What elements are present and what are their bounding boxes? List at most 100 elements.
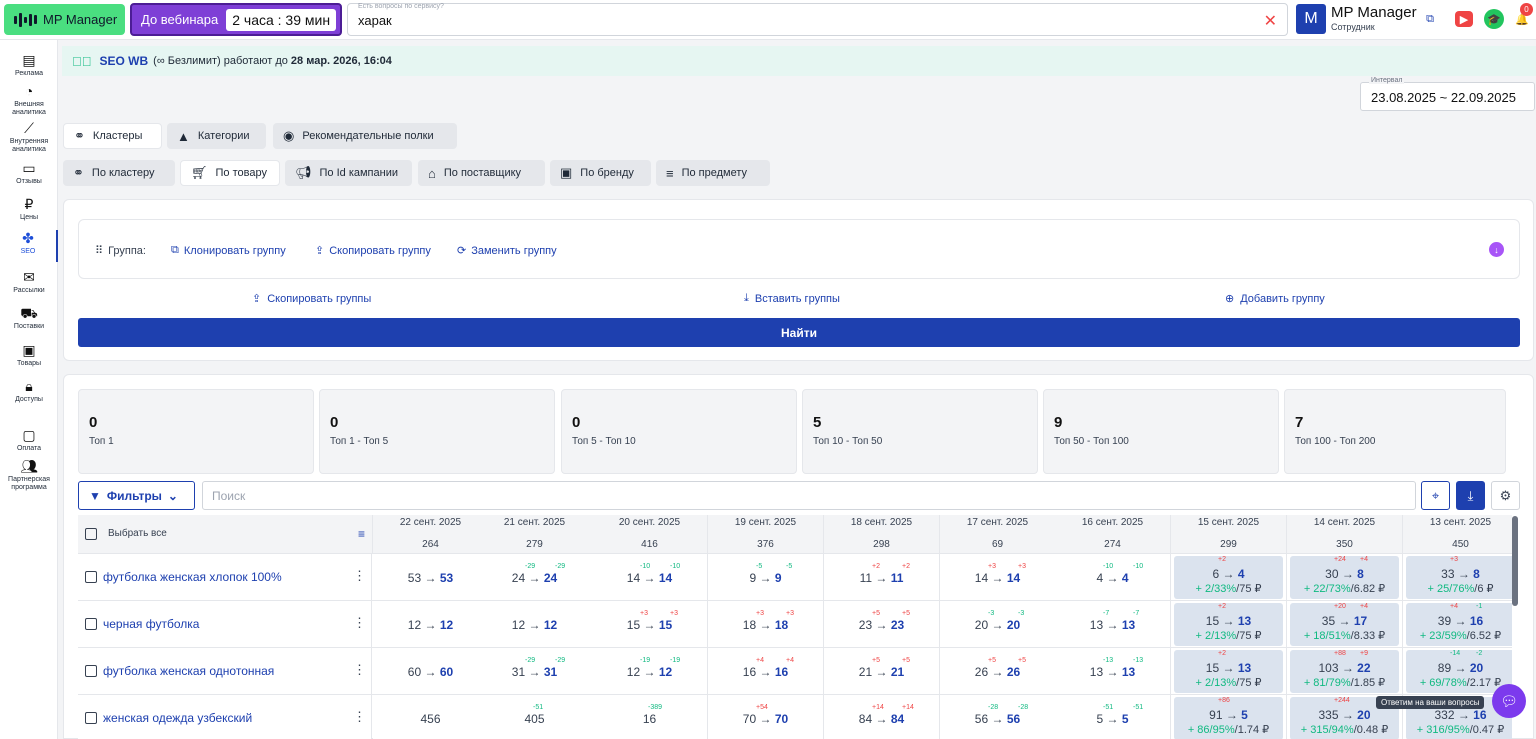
tab-by-supplier[interactable]: ⌂ По поставщику xyxy=(418,160,545,186)
table-cell[interactable]: +4 -1 39 → 16 + 23/59%/6.52 ₽ xyxy=(1403,601,1512,648)
sidebar-item-access[interactable]: 🔒︎ Доступы xyxy=(0,378,58,404)
table-cell[interactable]: +2 15 → 13 + 2/13%/75 ₽ xyxy=(1171,648,1287,695)
table-cell[interactable]: -10 -10 14 → 14 xyxy=(592,554,708,601)
table-cell[interactable]: -51 405 xyxy=(477,695,593,739)
table-cell[interactable]: 12 → 12 xyxy=(373,601,489,648)
webinar-button[interactable]: До вебинара 2 часа : 39 мин xyxy=(130,3,342,36)
sidebar-item-products[interactable]: ▣ Товары xyxy=(0,342,58,368)
table-cell[interactable]: -10 -10 4 → 4 xyxy=(1055,554,1171,601)
settings-button[interactable]: ⚙ xyxy=(1491,481,1520,510)
copy-groups-button[interactable]: ⇪ Скопировать группы xyxy=(252,292,371,306)
table-cell[interactable]: 60 → 60 xyxy=(373,648,489,695)
tab-by-subject[interactable]: ≡ По предмету xyxy=(656,160,770,186)
more-icon[interactable]: ⋮ xyxy=(353,568,366,584)
sidebar-item-supplies[interactable]: ⛟ Поставки xyxy=(0,305,58,331)
table-cell[interactable]: +14 +14 84 → 84 xyxy=(824,695,940,739)
sidebar-item-mailings[interactable]: ✉ Рассылки xyxy=(0,269,58,295)
interval-picker[interactable]: Интервал 23.08.2025 ~ 22.09.2025 xyxy=(1360,77,1535,111)
download-circle-icon[interactable]: ↓ xyxy=(1489,242,1504,257)
table-cell[interactable]: -28 -28 56 → 56 xyxy=(940,695,1056,739)
account-name[interactable]: MP Manager xyxy=(1331,4,1417,21)
row-checkbox[interactable] xyxy=(85,618,97,630)
account-avatar[interactable]: M xyxy=(1296,4,1326,34)
table-cell[interactable]: +2 6 → 4 + 2/33%/75 ₽ xyxy=(1171,554,1287,601)
sidebar-item-payment[interactable]: ▢ Оплата xyxy=(0,427,58,453)
row-checkbox[interactable] xyxy=(85,665,97,677)
paste-groups-button[interactable]: ⤓ Вставить группы xyxy=(744,292,840,305)
keyword-link[interactable]: женская одежда узбекский xyxy=(103,711,252,725)
keyword-link[interactable]: футболка женская однотонная xyxy=(103,664,274,678)
table-header-date[interactable]: 21 сент. 2025 279 xyxy=(477,515,593,553)
sidebar-item-ads[interactable]: ▤ Реклама xyxy=(0,52,58,78)
export-button[interactable]: ⤓ xyxy=(1456,481,1485,510)
table-cell[interactable]: +3 +3 15 → 15 xyxy=(592,601,708,648)
table-cell[interactable]: -14 -2 89 → 20 + 69/78%/2.17 ₽ xyxy=(1403,648,1512,695)
row-checkbox[interactable] xyxy=(85,571,97,583)
table-cell[interactable]: +54 70 → 70 xyxy=(708,695,824,739)
tab-categories[interactable]: ▲ Категории xyxy=(167,123,266,149)
table-cell[interactable]: +5 +5 26 → 26 xyxy=(940,648,1056,695)
table-cell[interactable]: 456 xyxy=(373,695,489,739)
table-cell[interactable]: +5 +5 21 → 21 xyxy=(824,648,940,695)
table-header-date[interactable]: 13 сент. 2025 450 xyxy=(1403,515,1512,553)
table-cell[interactable]: -389 16 xyxy=(592,695,708,739)
table-cell[interactable]: -29 -29 31 → 31 xyxy=(477,648,593,695)
more-icon[interactable]: ⋮ xyxy=(353,615,366,631)
menu-icon[interactable]: ≡ xyxy=(358,527,365,541)
copy-icon[interactable]: ⧉ xyxy=(1420,9,1440,29)
table-header-date[interactable]: 22 сент. 2025 264 xyxy=(373,515,489,553)
table-header-date[interactable]: 20 сент. 2025 416 xyxy=(592,515,708,553)
table-cell[interactable]: +24 +4 30 → 8 + 22/73%/6.82 ₽ xyxy=(1287,554,1403,601)
table-cell[interactable]: -3 -3 20 → 20 xyxy=(940,601,1056,648)
table-cell[interactable]: -51 -51 5 → 5 xyxy=(1055,695,1171,739)
sidebar-item-prices[interactable]: ₽ Цены xyxy=(0,196,58,222)
clear-search-icon[interactable]: ✕ xyxy=(1264,11,1277,31)
table-header-date[interactable]: 14 сент. 2025 350 xyxy=(1287,515,1403,553)
table-cell[interactable]: 53 → 53 xyxy=(373,554,489,601)
chat-button[interactable]: 💬︎ xyxy=(1492,684,1526,718)
table-cell[interactable]: -19 -19 12 → 12 xyxy=(592,648,708,695)
add-group-button[interactable]: ⊕ Добавить группу xyxy=(1225,292,1325,306)
table-header-date[interactable]: 19 сент. 2025 376 xyxy=(708,515,824,553)
global-search-input[interactable]: Есть вопросы по сервису? харак ✕ xyxy=(347,3,1288,36)
table-header-date[interactable]: 15 сент. 2025 299 xyxy=(1171,515,1287,553)
find-button[interactable]: Найти xyxy=(78,318,1520,347)
table-cell[interactable]: +3 33 → 8 + 25/76%/6 ₽ xyxy=(1403,554,1512,601)
group-label[interactable]: ⠿ Группа: xyxy=(95,244,146,258)
table-cell[interactable]: +5 +5 23 → 23 xyxy=(824,601,940,648)
clone-group-button[interactable]: ⧉ Клонировать группу xyxy=(171,244,286,257)
table-cell[interactable]: -13 -13 13 → 13 xyxy=(1055,648,1171,695)
table-cell[interactable]: +3 +3 14 → 14 xyxy=(940,554,1056,601)
table-cell[interactable]: +2 +2 11 → 11 xyxy=(824,554,940,601)
table-scrollbar[interactable] xyxy=(1512,516,1518,606)
target-button[interactable]: ⌖ xyxy=(1421,481,1450,510)
more-icon[interactable]: ⋮ xyxy=(353,709,366,725)
logo-button[interactable]: MP Manager xyxy=(4,4,125,35)
table-search-input[interactable]: Поиск xyxy=(202,481,1416,510)
tab-by-campaign-id[interactable]: 📢︎ По Id кампании xyxy=(285,160,412,186)
row-checkbox[interactable] xyxy=(85,712,97,724)
table-cell[interactable]: +4 +4 16 → 16 xyxy=(708,648,824,695)
sidebar-item-seo[interactable]: ✤ SEO xyxy=(0,230,58,262)
copy-group-button[interactable]: ⇪ Скопировать группу xyxy=(315,244,431,258)
youtube-icon[interactable]: ▶ xyxy=(1455,11,1473,27)
table-cell[interactable]: -5 -5 9 → 9 xyxy=(708,554,824,601)
sidebar-item-partners[interactable]: 👥︎ Партнерская программа xyxy=(0,458,58,492)
tab-by-brand[interactable]: ▣ По бренду xyxy=(550,160,651,186)
tab-recommendation-shelves[interactable]: ◉ Рекомендательные полки xyxy=(273,123,457,149)
more-icon[interactable]: ⋮ xyxy=(353,662,366,678)
table-header-date[interactable]: 18 сент. 2025 298 xyxy=(824,515,940,553)
table-cell[interactable]: +3 +3 18 → 18 xyxy=(708,601,824,648)
table-cell[interactable]: +20 +4 35 → 17 + 18/51%/8.33 ₽ xyxy=(1287,601,1403,648)
filters-button[interactable]: ▼ Фильтры ⌄ xyxy=(78,481,195,510)
table-header-date[interactable]: 17 сент. 2025 69 xyxy=(940,515,1056,553)
table-cell[interactable]: +86 91 → 5 + 86/95%/1.74 ₽ xyxy=(1171,695,1287,739)
tab-clusters[interactable]: ⚭ Кластеры xyxy=(63,123,162,149)
keyword-link[interactable]: черная футболка xyxy=(103,617,199,631)
table-cell[interactable]: +2 15 → 13 + 2/13%/75 ₽ xyxy=(1171,601,1287,648)
sidebar-item-reviews[interactable]: ▭ Отзывы xyxy=(0,160,58,186)
sidebar-item-internal-analytics[interactable]: ⟋ Внутренняя аналитика xyxy=(0,120,58,154)
table-cell[interactable]: -7 -7 13 → 13 xyxy=(1055,601,1171,648)
sidebar-item-external-analytics[interactable]: ◔ Внешняя аналитика xyxy=(0,83,58,117)
table-header-date[interactable]: 16 сент. 2025 274 xyxy=(1055,515,1171,553)
